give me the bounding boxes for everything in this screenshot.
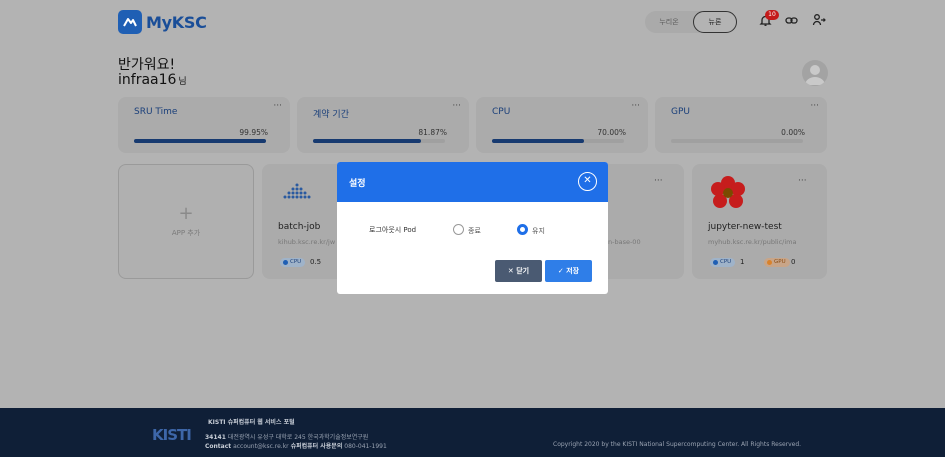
x-icon: ✕	[507, 267, 514, 275]
progress-track	[492, 139, 624, 143]
app-card-base[interactable]: ··· n-base-00	[600, 164, 684, 279]
toggle-nurion[interactable]: 누리온	[647, 11, 691, 33]
modal-header: 설정 ✕	[337, 162, 608, 202]
username-line: infraa16 님	[118, 72, 187, 88]
radio-terminate[interactable]	[453, 224, 464, 235]
more-icon[interactable]: ···	[654, 176, 663, 186]
cpu-chip: CPU	[710, 258, 736, 267]
more-icon[interactable]: ···	[452, 101, 461, 111]
progress-fill	[492, 139, 585, 143]
contact-line: Contact account@ksc.re.kr 슈퍼컴퓨터 사용문의 080…	[205, 443, 387, 450]
save-button[interactable]: ✓ 저장	[545, 260, 592, 282]
radio-keep-label: 유지	[532, 227, 545, 235]
add-app-button[interactable]: + APP 추가	[118, 164, 254, 279]
app-name: batch-job	[278, 222, 321, 232]
usage-card-cpu: CPU ··· 70.00%	[476, 97, 648, 153]
close-button[interactable]: ✕ 닫기	[495, 260, 542, 282]
more-icon[interactable]: ···	[273, 101, 282, 111]
footer: KISTI KISTI 슈퍼컴퓨터 웹 서비스 포털 34141 대전광역시 유…	[0, 408, 945, 457]
close-icon[interactable]: ✕	[578, 172, 597, 191]
flower-icon	[706, 172, 750, 220]
cpu-chip: CPU	[280, 258, 306, 267]
usage-card-value: 99.95%	[239, 128, 268, 137]
progress-track	[671, 139, 803, 143]
toggle-neuron[interactable]: 뉴론	[693, 11, 737, 33]
modal-title: 설정	[349, 179, 366, 189]
usage-card-value: 0.00%	[781, 128, 805, 137]
add-app-label: APP 추가	[171, 229, 201, 237]
usage-card-contract: 계약 기간 ··· 81.87%	[297, 97, 469, 153]
progress-track	[134, 139, 266, 143]
app-name: MyKSC	[146, 12, 207, 32]
username-suffix: 님	[178, 77, 187, 87]
link-icon[interactable]	[785, 14, 798, 31]
cpu-value: 0.5	[310, 258, 322, 266]
app-card-jupyter[interactable]: ··· jupyter-new-test myhub.ksc.re.kr/pub…	[692, 164, 827, 279]
pod-logout-label: 로그아웃시 Pod	[369, 226, 417, 234]
usage-card-gpu: GPU ··· 0.00%	[655, 97, 827, 153]
more-icon[interactable]: ···	[810, 101, 819, 111]
address-line: 34141 대전광역시 유성구 대학로 245 한국과학기술정보연구원	[205, 434, 369, 441]
progress-track	[313, 139, 445, 143]
usage-card-label: SRU Time	[134, 107, 178, 117]
system-toggle[interactable]: 누리온 뉴론	[645, 11, 737, 33]
app-dots-icon	[280, 182, 314, 204]
radio-keep[interactable]	[517, 224, 528, 235]
progress-fill	[313, 139, 422, 143]
progress-fill	[134, 139, 266, 143]
portal-name: KISTI 슈퍼컴퓨터 웹 서비스 포털	[208, 419, 295, 426]
usage-card-label: 계약 기간	[313, 110, 349, 120]
usage-card-value: 70.00%	[597, 128, 626, 137]
kisti-logo: KISTI	[152, 426, 192, 444]
gpu-value: 0	[791, 258, 796, 266]
usage-card-label: CPU	[492, 107, 511, 117]
settings-modal: 설정 ✕ 로그아웃시 Pod 종료 유지 ✕ 닫기 ✓ 저장	[337, 162, 608, 294]
radio-terminate-label: 종료	[468, 227, 481, 235]
username: infraa16	[118, 72, 177, 88]
avatar[interactable]	[802, 60, 828, 86]
gpu-chip: GPU	[764, 258, 790, 267]
cpu-value: 1	[740, 258, 745, 266]
app-url: n-base-00	[608, 238, 641, 246]
copyright: Copyright 2020 by the KISTI National Sup…	[553, 441, 802, 448]
greeting-text: 반가워요!	[118, 57, 176, 73]
usage-card-label: GPU	[671, 107, 690, 117]
app-name: jupyter-new-test	[708, 222, 782, 232]
app-url: myhub.ksc.re.kr/public/ima	[708, 238, 797, 246]
more-icon[interactable]: ···	[798, 176, 807, 186]
usage-card-value: 81.87%	[418, 128, 447, 137]
logo[interactable]: MyKSC	[118, 10, 207, 34]
more-icon[interactable]: ···	[631, 101, 640, 111]
check-icon: ✓	[557, 267, 564, 275]
logo-icon	[118, 10, 142, 34]
usage-card-sru: SRU Time ··· 99.95%	[118, 97, 290, 153]
notification-badge: 10	[765, 10, 779, 20]
logout-icon[interactable]	[812, 13, 826, 31]
plus-icon: +	[178, 203, 194, 224]
